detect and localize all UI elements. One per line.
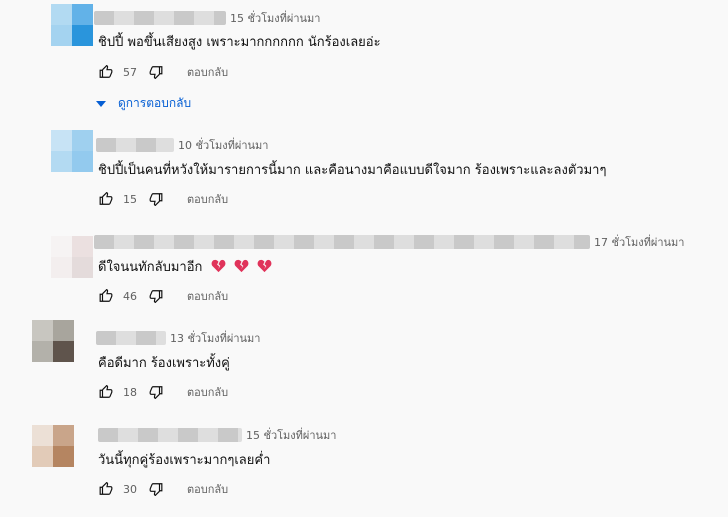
author-name-blurred[interactable] bbox=[94, 11, 226, 25]
avatar-tile bbox=[53, 341, 74, 362]
author-name-blurred[interactable] bbox=[98, 428, 242, 442]
avatar-tile bbox=[53, 446, 74, 467]
reply-button[interactable]: ตอบกลับ bbox=[187, 63, 228, 81]
comment-actions: 18 ตอบกลับ bbox=[99, 384, 228, 400]
avatar-tile bbox=[32, 320, 53, 341]
author-name-blurred[interactable] bbox=[96, 331, 166, 345]
comment-text-content: ดีใจนนทักลับมาอีก bbox=[98, 260, 203, 275]
timestamp[interactable]: 15 ชั่วโมงที่ผ่านมา bbox=[246, 426, 337, 444]
avatar-tile bbox=[72, 130, 93, 151]
chevron-down-icon bbox=[96, 100, 106, 107]
avatar[interactable] bbox=[32, 425, 74, 467]
comment-text: วันนี้ทุกคู่ร้องเพราะมากๆเลยค่ำ bbox=[98, 453, 271, 468]
avatar-tile bbox=[72, 25, 93, 46]
avatar-tile bbox=[51, 25, 72, 46]
broken-heart-emoji bbox=[234, 259, 249, 273]
comment-actions: 57 ตอบกลับ bbox=[99, 64, 228, 80]
comment-actions: 15 ตอบกลับ bbox=[99, 191, 228, 207]
comment-actions: 46 ตอบกลับ bbox=[99, 288, 228, 304]
reply-button[interactable]: ตอบกลับ bbox=[187, 287, 228, 305]
avatar-tile bbox=[72, 236, 93, 257]
comment-header: 13 ชั่วโมงที่ผ่านมา bbox=[96, 330, 261, 346]
avatar-tile bbox=[51, 4, 72, 25]
comment-text: คือดีมาก ร้องเพราะทั้งคู่ bbox=[98, 356, 230, 371]
avatar-tile bbox=[32, 446, 53, 467]
dislike-icon[interactable] bbox=[149, 385, 163, 399]
avatar-tile bbox=[32, 425, 53, 446]
avatar-tile bbox=[53, 320, 74, 341]
comment-header: 10 ชั่วโมงที่ผ่านมา bbox=[96, 137, 269, 153]
avatar-tile bbox=[51, 236, 72, 257]
comment-header: 17 ชั่วโมงที่ผ่านมา bbox=[94, 234, 685, 250]
avatar-tile bbox=[53, 425, 74, 446]
avatar[interactable] bbox=[51, 4, 93, 46]
like-count: 30 bbox=[123, 482, 137, 496]
reply-button[interactable]: ตอบกลับ bbox=[187, 190, 228, 208]
like-icon[interactable] bbox=[99, 192, 113, 206]
dislike-icon[interactable] bbox=[149, 482, 163, 496]
avatar[interactable] bbox=[51, 130, 93, 172]
like-icon[interactable] bbox=[99, 482, 113, 496]
avatar-tile bbox=[72, 4, 93, 25]
like-icon[interactable] bbox=[99, 385, 113, 399]
timestamp[interactable]: 10 ชั่วโมงที่ผ่านมา bbox=[178, 136, 269, 154]
avatar-tile bbox=[51, 130, 72, 151]
comment-text: ดีใจนนทักลับมาอีก bbox=[98, 256, 272, 277]
like-icon[interactable] bbox=[99, 289, 113, 303]
like-count: 46 bbox=[123, 289, 137, 303]
like-icon[interactable] bbox=[99, 65, 113, 79]
author-name-blurred[interactable] bbox=[96, 138, 174, 152]
dislike-icon[interactable] bbox=[149, 65, 163, 79]
avatar[interactable] bbox=[51, 236, 93, 278]
author-name-blurred[interactable] bbox=[94, 235, 590, 249]
view-replies-button[interactable]: ดูการตอบกลับ bbox=[96, 94, 191, 113]
avatar-tile bbox=[72, 257, 93, 278]
comment-actions: 30 ตอบกลับ bbox=[99, 481, 228, 497]
reply-button[interactable]: ตอบกลับ bbox=[187, 480, 228, 498]
dislike-icon[interactable] bbox=[149, 289, 163, 303]
comment-text: ชิปปี้ พอขึ้นเสียงสูง เพราะมากกกกกก นักร… bbox=[98, 35, 381, 50]
like-count: 18 bbox=[123, 385, 137, 399]
comment-text: ชิปปี้เป็นคนที่หวังให้มารายการนี้มาก และ… bbox=[98, 163, 607, 178]
like-count: 15 bbox=[123, 192, 137, 206]
broken-heart-emoji bbox=[211, 259, 225, 273]
broken-heart-emoji bbox=[257, 259, 272, 273]
avatar-tile bbox=[51, 151, 72, 172]
comment-header: 15 ชั่วโมงที่ผ่านมา bbox=[94, 10, 321, 26]
comment-header: 15 ชั่วโมงที่ผ่านมา bbox=[98, 427, 337, 443]
avatar[interactable] bbox=[32, 320, 74, 362]
timestamp[interactable]: 17 ชั่วโมงที่ผ่านมา bbox=[594, 233, 685, 251]
avatar-tile bbox=[51, 257, 72, 278]
like-count: 57 bbox=[123, 65, 137, 79]
avatar-tile bbox=[72, 151, 93, 172]
reply-button[interactable]: ตอบกลับ bbox=[187, 383, 228, 401]
timestamp[interactable]: 15 ชั่วโมงที่ผ่านมา bbox=[230, 9, 321, 27]
dislike-icon[interactable] bbox=[149, 192, 163, 206]
timestamp[interactable]: 13 ชั่วโมงที่ผ่านมา bbox=[170, 329, 261, 347]
view-replies-label: ดูการตอบกลับ bbox=[118, 96, 192, 110]
avatar-tile bbox=[32, 341, 53, 362]
